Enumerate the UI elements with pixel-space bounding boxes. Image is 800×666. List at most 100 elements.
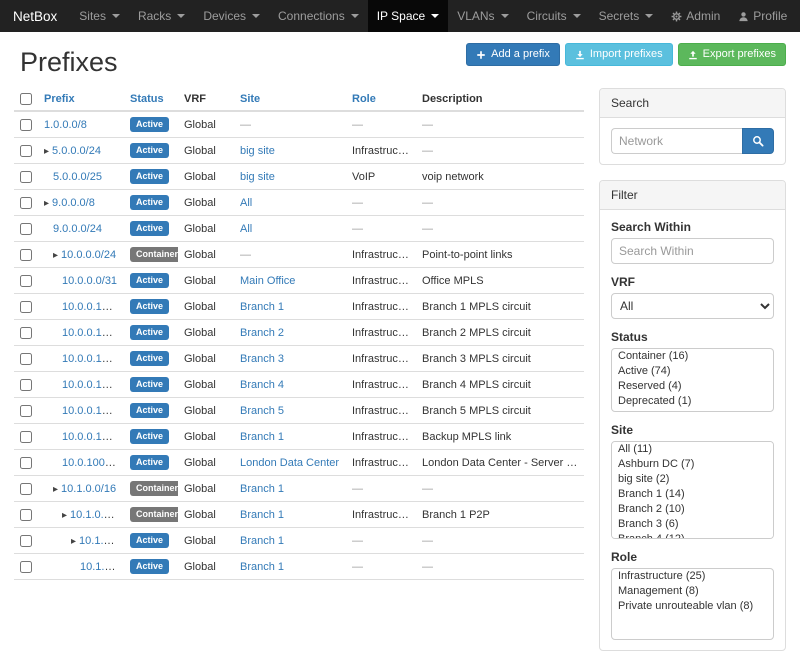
row-checkbox[interactable] xyxy=(20,509,32,521)
site-listbox[interactable]: All (11)Ashburn DC (7)big site (2)Branch… xyxy=(611,441,774,539)
row-checkbox[interactable] xyxy=(20,197,32,209)
filter-option[interactable]: Management (8) xyxy=(612,584,773,599)
nav-user-menu: AdminProfileLog out xyxy=(662,0,800,32)
nav-menu-circuits[interactable]: Circuits xyxy=(518,0,590,32)
prefix-link[interactable]: 5.0.0.0/24 xyxy=(52,145,101,157)
row-checkbox[interactable] xyxy=(20,405,32,417)
site-link[interactable]: Branch 4 xyxy=(240,379,284,391)
prefix-link[interactable]: 10.0.0.134/31 xyxy=(62,379,124,391)
row-checkbox[interactable] xyxy=(20,483,32,495)
site-link[interactable]: big site xyxy=(240,145,275,157)
select-all-checkbox[interactable] xyxy=(20,93,32,105)
site-link[interactable]: Branch 3 xyxy=(240,353,284,365)
add-a-prefix-button[interactable]: Add a prefix xyxy=(466,43,560,66)
nav-menu-devices[interactable]: Devices xyxy=(194,0,269,32)
site-link[interactable]: Branch 1 xyxy=(240,509,284,521)
site-link[interactable]: Branch 1 xyxy=(240,561,284,573)
prefix-link[interactable]: 10.0.0.0/31 xyxy=(62,275,117,287)
site-link[interactable]: Branch 1 xyxy=(240,535,284,547)
column-sort-link[interactable]: Role xyxy=(352,93,376,105)
row-checkbox[interactable] xyxy=(20,249,32,261)
filter-option[interactable]: Deprecated (1) xyxy=(612,394,773,409)
prefix-link[interactable]: 10.0.0.128/31 xyxy=(62,301,124,313)
prefix-link[interactable]: 10.0.0.132/31 xyxy=(62,353,124,365)
filter-option[interactable]: big site (2) xyxy=(612,472,773,487)
site-link[interactable]: All xyxy=(240,197,252,209)
row-checkbox[interactable] xyxy=(20,275,32,287)
filter-option[interactable]: Branch 4 (12) xyxy=(612,532,773,539)
import-prefixes-button[interactable]: Import prefixes xyxy=(565,43,673,66)
row-checkbox[interactable] xyxy=(20,535,32,547)
filter-option[interactable]: Private unrouteable vlan (8) xyxy=(612,599,773,614)
site-link[interactable]: All xyxy=(240,223,252,235)
filter-option[interactable]: Reserved (4) xyxy=(612,379,773,394)
site-link[interactable]: Branch 2 xyxy=(240,327,284,339)
row-checkbox[interactable] xyxy=(20,327,32,339)
site-link[interactable]: big site xyxy=(240,171,275,183)
nav-menu-ip-space[interactable]: IP Space xyxy=(368,0,448,32)
column-sort-link[interactable]: Status xyxy=(130,93,164,105)
prefix-link[interactable]: 10.1.0.0/16 xyxy=(61,483,116,495)
nav-menu-secrets[interactable]: Secrets xyxy=(590,0,663,32)
site-link[interactable]: Branch 5 xyxy=(240,405,284,417)
site-link[interactable]: Main Office xyxy=(240,275,295,287)
prefix-link[interactable]: 10.0.0.130/31 xyxy=(62,327,124,339)
nav-profile[interactable]: Profile xyxy=(729,0,796,32)
prefix-link[interactable]: 10.0.0.136/31 xyxy=(62,405,124,417)
prefix-link[interactable]: 10.1.0.0/26 xyxy=(80,561,124,573)
filter-option[interactable]: Infrastructure (25) xyxy=(612,569,773,584)
prefix-link[interactable]: 10.0.0.0/24 xyxy=(61,249,116,261)
filter-option[interactable]: All (11) xyxy=(612,442,773,457)
filter-panel-heading: Filter xyxy=(600,181,785,210)
nav-log-out[interactable]: Log out xyxy=(796,0,800,32)
filter-option[interactable]: Container (16) xyxy=(612,349,773,364)
prefix-link[interactable]: 10.0.0.138/31 xyxy=(62,431,124,443)
role-listbox[interactable]: Infrastructure (25)Management (8)Private… xyxy=(611,568,774,640)
nav-menu-sites[interactable]: Sites xyxy=(70,0,129,32)
filter-option[interactable]: Active (74) xyxy=(612,364,773,379)
table-row: 10.0.0.0/31ActiveGlobalMain OfficeInfras… xyxy=(14,268,584,294)
site-link[interactable]: Branch 1 xyxy=(240,483,284,495)
row-checkbox[interactable] xyxy=(20,431,32,443)
status-listbox[interactable]: Container (16)Active (74)Reserved (4)Dep… xyxy=(611,348,774,412)
vrf-select[interactable]: All xyxy=(611,293,774,319)
prefix-link[interactable]: 9.0.0.0/8 xyxy=(52,197,95,209)
row-checkbox[interactable] xyxy=(20,171,32,183)
row-checkbox[interactable] xyxy=(20,119,32,131)
site-link[interactable]: Branch 1 xyxy=(240,301,284,313)
prefix-link[interactable]: 10.1.0.0/24 xyxy=(70,509,124,521)
prefix-link[interactable]: 1.0.0.0/8 xyxy=(44,119,87,131)
site-link[interactable]: Branch 1 xyxy=(240,431,284,443)
filter-option[interactable]: Branch 3 (6) xyxy=(612,517,773,532)
nav-menu-vlans[interactable]: VLANs xyxy=(448,0,517,32)
filter-option[interactable]: Ashburn DC (7) xyxy=(612,457,773,472)
role-cell: Infrastructure xyxy=(346,138,416,164)
search-button[interactable] xyxy=(742,128,774,154)
prefix-link[interactable]: 10.0.100.0/24 xyxy=(62,457,124,469)
prefix-link[interactable]: 9.0.0.0/24 xyxy=(53,223,102,235)
nav-menu-connections[interactable]: Connections xyxy=(269,0,368,32)
row-checkbox[interactable] xyxy=(20,561,32,573)
prefix-link[interactable]: 5.0.0.0/25 xyxy=(53,171,102,183)
row-checkbox[interactable] xyxy=(20,379,32,391)
status-badge: Active xyxy=(130,299,169,314)
row-checkbox[interactable] xyxy=(20,145,32,157)
site-link[interactable]: London Data Center xyxy=(240,457,339,469)
expand-arrow-icon: ▸ xyxy=(71,536,76,547)
export-prefixes-button[interactable]: Export prefixes xyxy=(678,43,786,66)
search-input[interactable] xyxy=(611,128,742,154)
filter-option[interactable]: Branch 2 (10) xyxy=(612,502,773,517)
row-checkbox[interactable] xyxy=(20,223,32,235)
filter-option[interactable]: Branch 1 (14) xyxy=(612,487,773,502)
row-checkbox[interactable] xyxy=(20,457,32,469)
nav-menu-racks[interactable]: Racks xyxy=(129,0,194,32)
brand-link[interactable]: NetBox xyxy=(0,0,70,32)
column-sort-link[interactable]: Prefix xyxy=(44,93,75,105)
row-checkbox[interactable] xyxy=(20,353,32,365)
nav-admin[interactable]: Admin xyxy=(662,0,729,32)
prefix-link[interactable]: 10.1.0.0/25 xyxy=(79,535,124,547)
row-checkbox[interactable] xyxy=(20,301,32,313)
search-within-input[interactable] xyxy=(611,238,774,264)
description-cell: Branch 2 MPLS circuit xyxy=(416,320,584,346)
column-sort-link[interactable]: Site xyxy=(240,93,260,105)
